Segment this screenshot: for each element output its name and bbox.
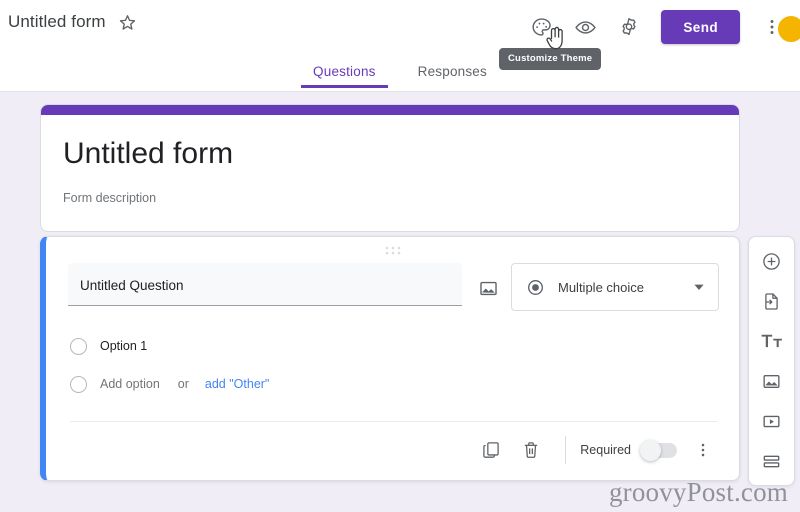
editor-tabs: Questions Responses [0,60,800,88]
add-item-toolbar [748,236,795,486]
form-title-field[interactable]: Untitled form [63,137,717,173]
more-vert-icon[interactable] [683,430,723,470]
send-button[interactable]: Send [661,10,740,44]
chevron-down-icon [693,281,705,293]
trash-icon[interactable] [511,430,551,470]
add-title-icon[interactable] [752,323,792,359]
star-outline-icon[interactable] [118,13,137,32]
import-questions-icon[interactable] [752,283,792,319]
drag-handle-dots-icon[interactable] [46,244,739,256]
add-option-button[interactable]: Add option [100,377,160,391]
required-label: Required [580,443,631,457]
form-description-field[interactable]: Form description [63,191,717,205]
tab-questions[interactable]: Questions [301,60,388,88]
question-type-value: Multiple choice [558,279,644,295]
question-type-select[interactable]: Multiple choice [511,263,719,311]
option-label[interactable]: Option 1 [100,339,147,353]
avatar[interactable] [776,14,800,44]
add-other-link[interactable]: add "Other" [205,377,269,391]
palette-icon[interactable] [521,7,561,47]
tab-responses[interactable]: Responses [406,60,499,88]
header-actions: Send [521,6,800,48]
form-header-body: Untitled form Form description [41,115,739,231]
form-canvas: Untitled form Form description Untitled … [0,92,800,512]
form-theme-stripe [41,105,739,115]
tooltip-customize-theme: Customize Theme [499,48,602,70]
answer-options-list: Option 1 Add option or add "Other" [46,313,739,403]
add-circle-icon[interactable] [752,243,792,279]
duplicate-icon[interactable] [471,430,511,470]
add-section-icon[interactable] [752,443,792,479]
question-title-input[interactable] [68,263,462,306]
question-footer: Required [46,422,739,480]
radio-outline-icon [70,337,87,355]
required-toggle[interactable] [640,439,677,461]
option-row[interactable]: Option 1 [70,327,717,365]
eye-icon[interactable] [565,7,605,47]
add-option-row: Add option or add "Other" [70,365,717,403]
question-title-wrap [68,263,462,306]
form-header-card[interactable]: Untitled form Form description [40,104,740,232]
footer-divider [565,436,567,464]
add-option-separator: or [177,377,189,391]
document-title-row: Untitled form [8,12,137,32]
radio-button-icon [526,278,545,297]
app-header: Untitled form Send Customize Theme Quest… [0,0,800,92]
image-icon[interactable] [478,263,499,313]
document-title[interactable]: Untitled form [8,12,106,32]
add-image-icon[interactable] [752,363,792,399]
add-video-icon[interactable] [752,403,792,439]
google-forms-editor: Untitled form Send Customize Theme Quest… [0,0,800,512]
radio-outline-icon [70,375,87,393]
question-card[interactable]: Multiple choice Option 1 Add option [40,236,740,481]
gear-icon[interactable] [609,7,649,47]
